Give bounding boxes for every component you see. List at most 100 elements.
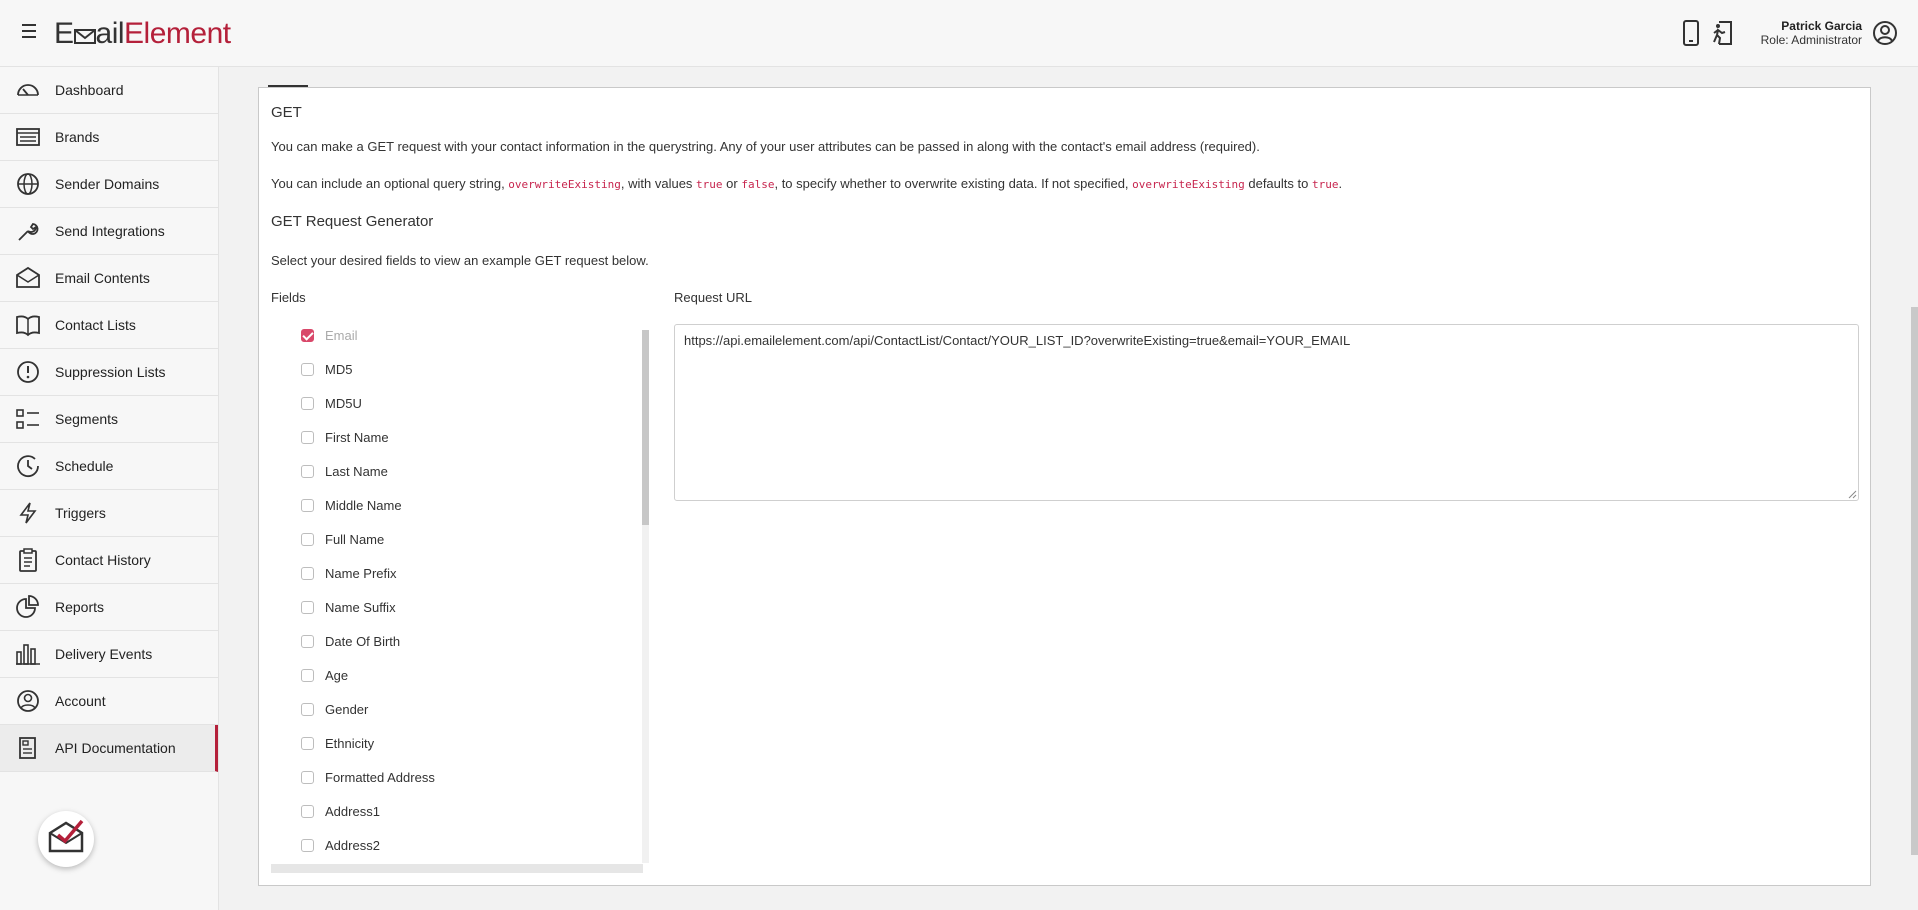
field-label: Address1 bbox=[325, 804, 380, 819]
sidebar-item-label: Delivery Events bbox=[55, 646, 153, 662]
text-segment: or bbox=[722, 176, 742, 191]
field-checkbox-age[interactable]: Age bbox=[301, 668, 348, 683]
fields-list[interactable]: Email MD5 MD5U First Name Last Name Midd… bbox=[271, 325, 644, 873]
field-checkbox-first-name[interactable]: First Name bbox=[301, 430, 389, 445]
user-role: Role: Administrator bbox=[1760, 33, 1862, 47]
checkbox[interactable] bbox=[301, 397, 314, 410]
clock-icon bbox=[17, 455, 39, 478]
checkbox-checked[interactable] bbox=[301, 329, 314, 342]
checkbox[interactable] bbox=[301, 635, 314, 648]
resize-grip-icon[interactable] bbox=[1848, 490, 1857, 499]
hamburger-menu-icon[interactable] bbox=[22, 24, 42, 42]
field-checkbox-last-name[interactable]: Last Name bbox=[301, 464, 388, 479]
text-segment: defaults to bbox=[1244, 176, 1312, 191]
user-avatar-icon[interactable] bbox=[1872, 20, 1898, 46]
sidebar-item-dashboard[interactable]: Dashboard bbox=[0, 67, 218, 114]
wrench-icon bbox=[18, 223, 39, 241]
checkbox[interactable] bbox=[301, 703, 314, 716]
checkbox[interactable] bbox=[301, 431, 314, 444]
field-checkbox-md5[interactable]: MD5 bbox=[301, 362, 352, 377]
pie-chart-icon bbox=[16, 595, 39, 618]
field-checkbox-email[interactable]: Email bbox=[301, 328, 358, 343]
field-checkbox-ethnicity[interactable]: Ethnicity bbox=[301, 736, 374, 751]
sidebar-item-segments[interactable]: Segments bbox=[0, 396, 218, 443]
field-checkbox-gender[interactable]: Gender bbox=[301, 702, 368, 717]
sidebar-item-account[interactable]: Account bbox=[0, 678, 218, 725]
sidebar-item-contact-lists[interactable]: Contact Lists bbox=[0, 302, 218, 349]
request-url-label: Request URL bbox=[674, 290, 753, 305]
envelope-icon bbox=[16, 266, 40, 288]
user-info[interactable]: Patrick Garcia Role: Administrator bbox=[1761, 19, 1862, 47]
section-title: GET bbox=[271, 104, 302, 121]
sidebar-item-triggers[interactable]: Triggers bbox=[0, 490, 218, 537]
sidebar-item-contact-history[interactable]: Contact History bbox=[0, 537, 218, 584]
field-checkbox-address2[interactable]: Address2 bbox=[301, 838, 380, 853]
sidebar-item-label: Email Contents bbox=[55, 270, 150, 286]
sidebar-item-label: Contact Lists bbox=[55, 317, 136, 333]
code-overwrite-existing: overwriteExisting bbox=[508, 178, 621, 191]
overwrite-description: You can include an optional query string… bbox=[271, 176, 1342, 191]
field-label: Name Suffix bbox=[325, 600, 396, 615]
field-checkbox-name-suffix[interactable]: Name Suffix bbox=[301, 600, 396, 615]
top-header: EailElement Patrick Garcia Role: Adminis… bbox=[0, 0, 1918, 67]
checkbox[interactable] bbox=[301, 363, 314, 376]
sidebar-item-send-integrations[interactable]: Send Integrations bbox=[0, 208, 218, 255]
sidebar-item-email-contents[interactable]: Email Contents bbox=[0, 255, 218, 302]
checkbox[interactable] bbox=[301, 533, 314, 546]
logo-text-ail: ail bbox=[95, 17, 125, 50]
generator-description: Select your desired fields to view an ex… bbox=[271, 253, 649, 268]
checkbox[interactable] bbox=[301, 567, 314, 580]
page-scrollbar-thumb[interactable] bbox=[1911, 307, 1918, 855]
field-label: Full Name bbox=[325, 532, 385, 547]
mobile-phone-icon[interactable] bbox=[1679, 20, 1703, 46]
sidebar-item-api-documentation[interactable]: API Documentation bbox=[0, 725, 218, 772]
sidebar-item-suppression-lists[interactable]: Suppression Lists bbox=[0, 349, 218, 396]
globe-icon bbox=[17, 173, 39, 195]
logo-text-element: Element bbox=[124, 17, 231, 50]
segments-icon bbox=[16, 409, 39, 429]
checkbox[interactable] bbox=[301, 465, 314, 478]
fields-scrollbar-thumb[interactable] bbox=[642, 330, 649, 525]
sidebar-item-label: Send Integrations bbox=[55, 223, 165, 239]
field-label: Address2 bbox=[325, 838, 380, 853]
field-checkbox-middle-name[interactable]: Middle Name bbox=[301, 498, 402, 513]
sidebar-item-label: Brands bbox=[55, 129, 100, 145]
sidebar-item-brands[interactable]: Brands bbox=[0, 114, 218, 161]
field-checkbox-name-prefix[interactable]: Name Prefix bbox=[301, 566, 397, 581]
field-checkbox-formatted-address[interactable]: Formatted Address bbox=[301, 770, 435, 785]
checkbox[interactable] bbox=[301, 669, 314, 682]
field-checkbox-md5u[interactable]: MD5U bbox=[301, 396, 362, 411]
field-checkbox-address1[interactable]: Address1 bbox=[301, 804, 380, 819]
fields-horizontal-scrollbar[interactable] bbox=[271, 864, 643, 873]
sidebar-item-sender-domains[interactable]: Sender Domains bbox=[0, 161, 218, 208]
sidebar-item-delivery-events[interactable]: Delivery Events bbox=[0, 631, 218, 678]
checkbox[interactable] bbox=[301, 737, 314, 750]
sidebar-item-label: Account bbox=[55, 693, 106, 709]
field-label: Email bbox=[325, 328, 358, 343]
sidebar-item-label: Sender Domains bbox=[55, 176, 160, 192]
request-url-textarea[interactable]: https://api.emailelement.com/api/Contact… bbox=[674, 324, 1859, 501]
user-circle-icon bbox=[17, 690, 39, 712]
field-label: Name Prefix bbox=[325, 566, 397, 581]
checkbox[interactable] bbox=[301, 499, 314, 512]
field-label: Age bbox=[325, 668, 349, 683]
sidebar-item-label: Schedule bbox=[55, 458, 114, 474]
field-label: Formatted Address bbox=[325, 770, 435, 785]
gauge-icon bbox=[17, 84, 39, 96]
sidebar-item-schedule[interactable]: Schedule bbox=[0, 443, 218, 490]
checkbox[interactable] bbox=[301, 601, 314, 614]
emailelement-logo[interactable]: EailElement bbox=[54, 16, 231, 52]
bolt-icon bbox=[19, 502, 37, 524]
text-segment: You can include an optional query string… bbox=[271, 176, 509, 191]
checkbox[interactable] bbox=[301, 771, 314, 784]
sidebar-item-reports[interactable]: Reports bbox=[0, 584, 218, 631]
field-checkbox-date-of-birth[interactable]: Date Of Birth bbox=[301, 634, 400, 649]
alert-circle-icon bbox=[17, 361, 39, 383]
checkbox[interactable] bbox=[301, 805, 314, 818]
checkbox[interactable] bbox=[301, 839, 314, 852]
field-checkbox-full-name[interactable]: Full Name bbox=[301, 532, 384, 547]
exit-door-icon[interactable] bbox=[1710, 20, 1734, 46]
app-badge-logo[interactable] bbox=[38, 811, 94, 867]
get-description: You can make a GET request with your con… bbox=[271, 139, 1260, 154]
field-label: MD5 bbox=[325, 362, 353, 377]
